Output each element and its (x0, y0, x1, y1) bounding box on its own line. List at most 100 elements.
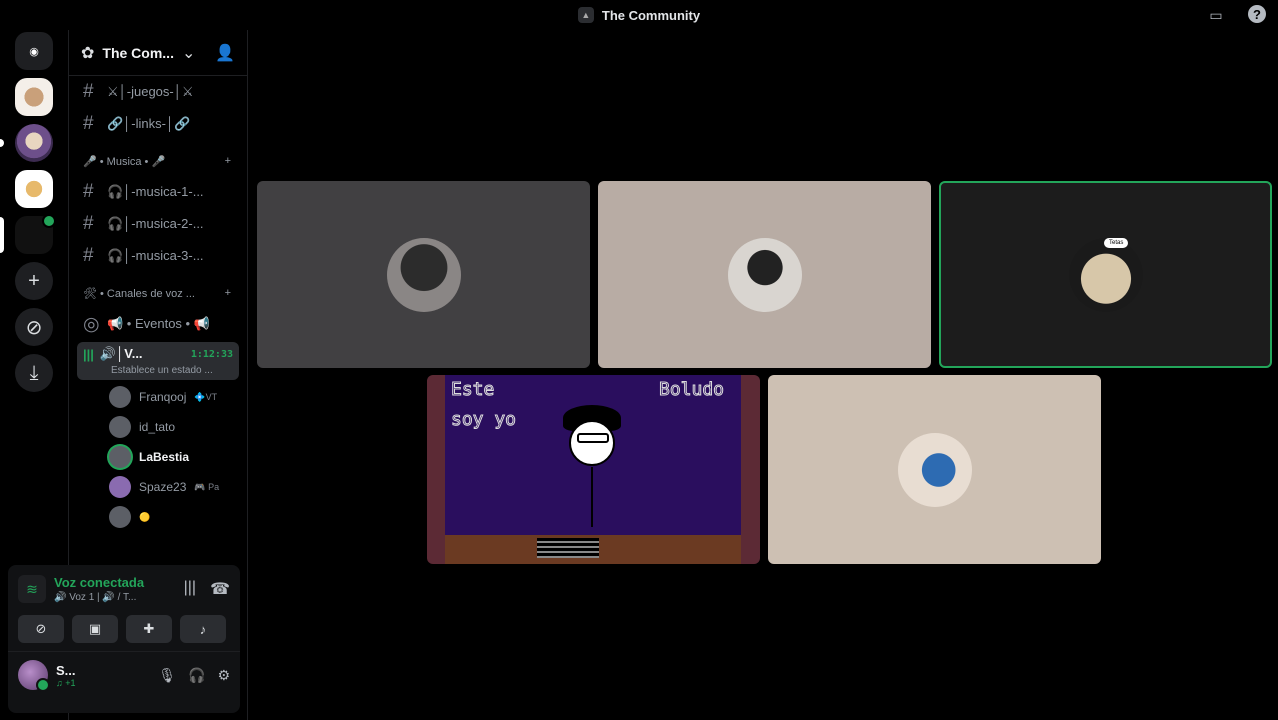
avatar (727, 237, 802, 312)
character-face (569, 420, 615, 466)
plus-icon[interactable]: + (225, 155, 231, 167)
camera-off-button[interactable]: ⊘ (18, 615, 64, 643)
voice-user[interactable]: Spaze23 🎮 Pa (69, 472, 247, 502)
voice-connected-label[interactable]: Voz conectada (54, 575, 144, 590)
category-label: 🎤 • Musica • 🎤 (83, 155, 166, 168)
channel-links[interactable]: # 🔗│-links-│🔗 (69, 108, 247, 140)
channel-label: 🎧│-musica-2-... (107, 216, 204, 231)
category-voice[interactable]: 🛠 • Canales de voz ... + (69, 278, 247, 308)
avatar (386, 237, 461, 312)
user-name: id_tato (139, 420, 176, 434)
server-icon-3[interactable] (15, 170, 53, 208)
activities-button[interactable]: ✚ (126, 615, 172, 643)
channel-label: 🎧│-musica-3-... (107, 248, 204, 263)
plus-icon[interactable]: + (225, 287, 231, 299)
download-icon[interactable]: ⤓ (15, 354, 53, 392)
hash-icon: # (83, 181, 94, 202)
character-body (591, 467, 593, 527)
speaker-badge-icon (42, 214, 56, 228)
voice-user[interactable]: id_tato (69, 412, 247, 442)
window-title-text: The Community (601, 7, 701, 23)
stream-text: Este (450, 379, 495, 401)
channel-label: 🔗│-links-│🔗 (107, 116, 191, 131)
voice-status[interactable]: Establece un estado ... (83, 365, 233, 376)
guild-name: The Com... (102, 44, 174, 61)
voice-timer: 1:12:33 (190, 348, 233, 360)
hash-icon: # (83, 213, 94, 234)
stream-text: soy yo (450, 409, 517, 431)
channel-musica-3[interactable]: # 🎧│-musica-3-... (69, 240, 247, 272)
voice-panel: ≋ Voz conectada 🔊 Voz 1 | 🔊 / T... ||| ☎… (8, 565, 240, 713)
add-server-icon[interactable]: + (15, 262, 53, 300)
hash-icon: # (83, 113, 94, 134)
stream-text: Boludo (658, 379, 725, 401)
server-icon-2[interactable] (0, 124, 53, 162)
headphones-icon[interactable]: 🎧 (188, 667, 205, 684)
noise-suppression-icon[interactable]: ||| (184, 579, 196, 599)
home-button[interactable]: ◉ (15, 32, 53, 70)
avatar (109, 446, 131, 468)
gear-icon: ✿ (81, 44, 95, 62)
guild-mini-icon: ▲ (577, 7, 594, 23)
voice-stage: Tetas Este soy yo Boludo (248, 30, 1278, 720)
user-tag: 💠VT (194, 391, 218, 402)
channel-label: ⚔│-juegos-│⚔ (107, 84, 194, 99)
category-label: 🛠 • Canales de voz ... (83, 287, 195, 300)
participant-tile-speaking[interactable]: Tetas (939, 181, 1272, 368)
hash-icon: # (83, 81, 94, 102)
chevron-down-icon: ⌄ (181, 44, 196, 62)
explore-icon[interactable]: ⊘ (15, 308, 53, 346)
microphone-icon[interactable]: 🎙 (158, 667, 176, 684)
avatar[interactable] (18, 660, 50, 692)
voice-user[interactable]: 🟡 (69, 502, 247, 532)
voice-activity-icon: ||| (83, 346, 94, 362)
server-icon-1[interactable] (15, 78, 53, 116)
server-icon-active[interactable] (0, 214, 56, 254)
gear-icon[interactable]: ⚙ (217, 667, 230, 684)
guild-header[interactable]: ✿ The Com... ⌄ 👤 (69, 30, 247, 76)
character-glasses (577, 433, 609, 443)
category-musica[interactable]: 🎤 • Musica • 🎤 + (69, 146, 247, 176)
soundboard-button[interactable]: ♪ (180, 615, 226, 643)
title-bar: ▲ The Community ▭ ? (0, 0, 1278, 30)
voice-user[interactable]: Franqooj 💠VT (69, 382, 247, 412)
avatar (109, 476, 131, 498)
avatar (109, 386, 131, 408)
invite-icon[interactable]: 👤 (215, 43, 235, 63)
inbox-icon[interactable]: ▭ (1206, 5, 1226, 25)
stream-desk (537, 538, 599, 558)
stage-icon: ◎ (83, 313, 100, 335)
avatar-text: Tetas (1104, 238, 1129, 248)
channel-musica-1[interactable]: # 🎧│-musica-1-... (69, 176, 247, 208)
user-name: S... (56, 662, 76, 678)
channel-juegos[interactable]: # ⚔│-juegos-│⚔ (69, 76, 247, 108)
avatar (109, 506, 131, 528)
voice-channel-label: 🔊│V... (99, 346, 143, 361)
participant-tile[interactable] (257, 181, 590, 368)
user-name: Franqooj (139, 390, 187, 404)
help-icon[interactable]: ? (1248, 5, 1266, 23)
voice-connected-sub[interactable]: 🔊 Voz 1 | 🔊 / T... (54, 592, 144, 603)
user-tag: 🎮 Pa (194, 481, 220, 492)
channel-label: 🎧│-musica-1-... (107, 184, 204, 199)
avatar (897, 432, 972, 507)
user-name: Spaze23 (139, 480, 187, 494)
active-voice-channel[interactable]: ||| 🔊│V... 1:12:33 Establece un estado .… (77, 342, 239, 380)
hash-icon: # (83, 245, 94, 266)
channel-label: 📢 • Eventos • 📢 (107, 316, 210, 331)
voice-user[interactable]: LaBestia (69, 442, 247, 472)
avatar (109, 416, 131, 438)
participant-tile[interactable] (598, 181, 931, 368)
avatar (1068, 237, 1143, 312)
disconnect-icon[interactable]: ☎ (210, 579, 230, 599)
user-name: LaBestia (139, 450, 190, 464)
window-title: ▲ The Community (577, 7, 701, 23)
signal-icon[interactable]: ≋ (18, 575, 46, 603)
share-screen-button[interactable]: ▣ (72, 615, 118, 643)
user-tag: 🟡 (139, 511, 151, 522)
participant-tile[interactable] (768, 375, 1101, 564)
participant-tile-stream[interactable]: Este soy yo Boludo (427, 375, 760, 564)
channel-eventos[interactable]: ◎ 📢 • Eventos • 📢 (69, 308, 247, 340)
user-activity: ♫ +1 (56, 677, 76, 688)
channel-musica-2[interactable]: # 🎧│-musica-2-... (69, 208, 247, 240)
